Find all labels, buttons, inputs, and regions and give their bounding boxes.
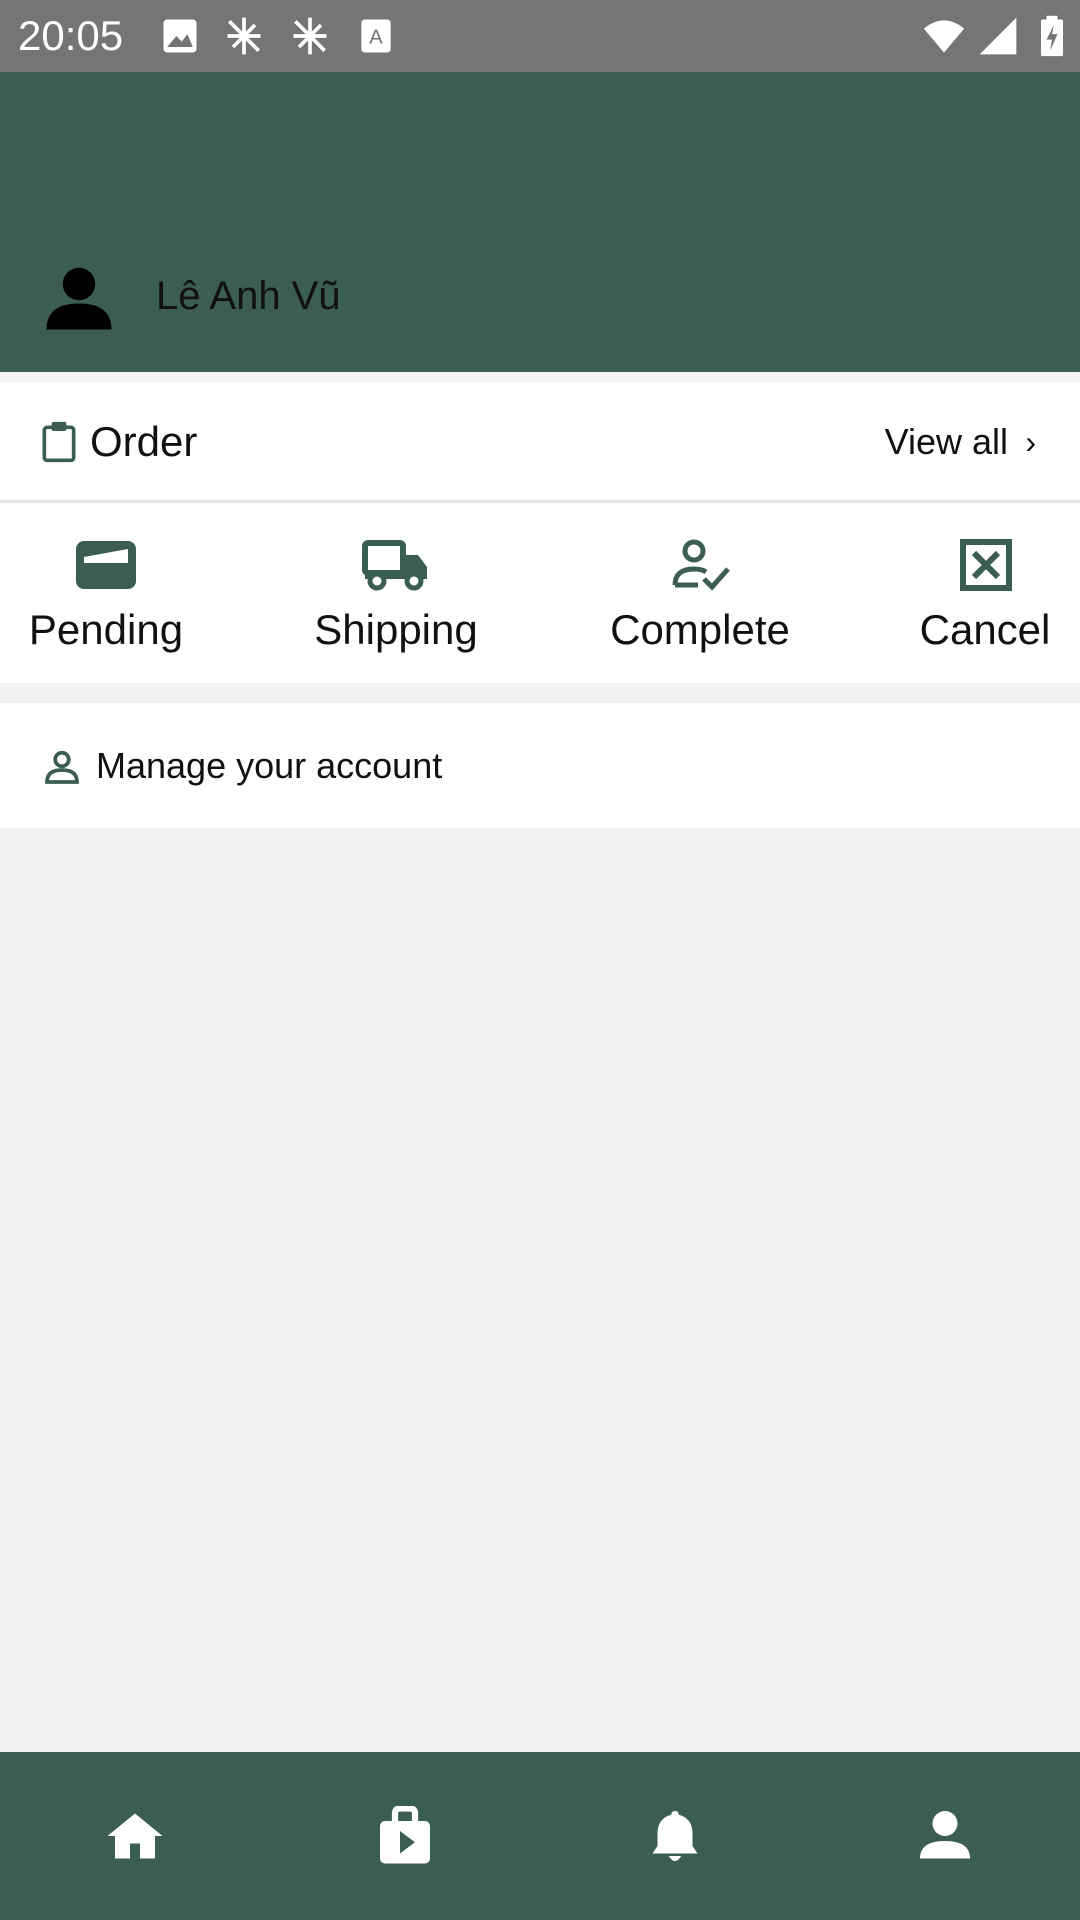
status-complete[interactable]: Complete	[600, 503, 800, 683]
profile-icon	[920, 1811, 970, 1859]
status-cancel-label: Cancel	[919, 606, 1051, 653]
box-x-icon	[960, 539, 1012, 591]
svg-text:A: A	[369, 26, 383, 48]
nav-home[interactable]	[0, 1752, 270, 1920]
signal-off-icon	[227, 17, 261, 55]
status-complete-label: Complete	[610, 606, 790, 653]
profile-header: Lê Anh Vũ	[0, 72, 1080, 372]
keyboard-a-icon: A	[361, 19, 391, 53]
user-name: Lê Anh Vũ	[156, 274, 341, 318]
manage-account-label: Manage your account	[96, 745, 443, 786]
bell-icon	[652, 1811, 698, 1861]
status-pending-label: Pending	[28, 606, 184, 653]
wifi-icon	[923, 20, 965, 53]
view-all-link[interactable]: View all	[885, 420, 1008, 464]
clipboard-icon	[42, 421, 76, 463]
status-shipping[interactable]: Shipping	[300, 503, 492, 683]
battery-charging-icon	[1041, 15, 1063, 57]
person-outline-icon	[45, 750, 79, 784]
order-section-header: Order View all ›	[0, 382, 1080, 503]
order-status-row: Pending Shipping Complete Cancel	[0, 503, 1080, 683]
nav-profile[interactable]	[810, 1752, 1080, 1920]
person-check-icon	[672, 539, 730, 591]
home-icon	[107, 1813, 163, 1859]
chevron-right-icon[interactable]: ›	[1025, 422, 1036, 462]
nav-notifications[interactable]	[540, 1752, 810, 1920]
status-time: 20:05	[18, 12, 124, 59]
person-icon[interactable]	[40, 258, 118, 336]
order-title: Order	[90, 418, 198, 465]
nav-shop[interactable]	[270, 1752, 540, 1920]
signal-off-icon	[293, 17, 327, 55]
status-shipping-label: Shipping	[314, 606, 478, 653]
shop-bag-icon	[380, 1806, 430, 1864]
wallet-icon	[76, 541, 136, 589]
image-icon	[163, 19, 197, 53]
truck-icon	[362, 540, 427, 591]
manage-account-item[interactable]: Manage your account	[0, 703, 1080, 828]
status-pending[interactable]: Pending	[0, 503, 212, 683]
status-cancel[interactable]: Cancel	[910, 503, 1060, 683]
cell-signal-icon	[979, 17, 1017, 55]
bottom-nav	[0, 1752, 1080, 1920]
status-bar: 20:05 A	[0, 0, 1080, 72]
